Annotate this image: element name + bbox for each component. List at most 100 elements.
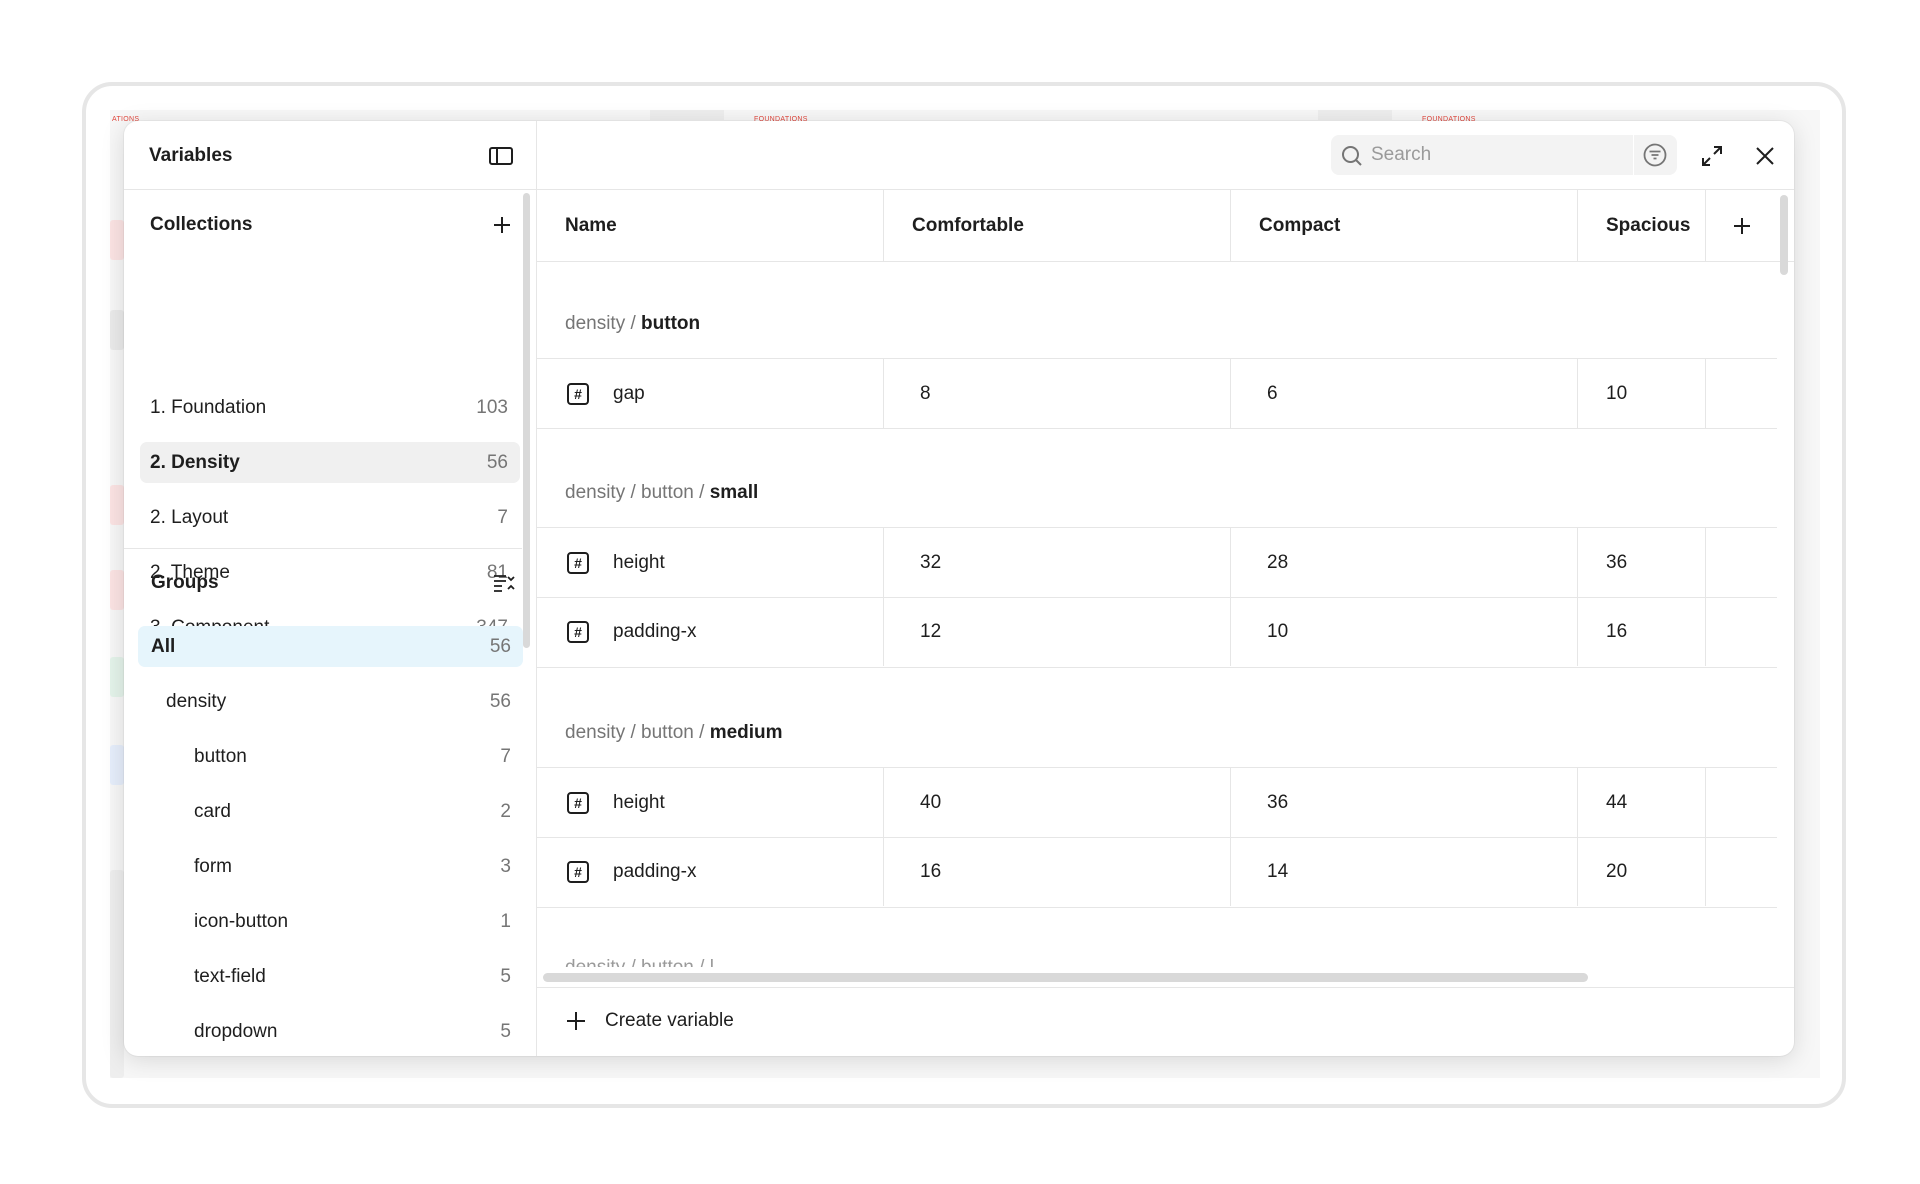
group-item-selected[interactable]: All 56 bbox=[138, 626, 523, 667]
variable-name-cell[interactable]: # padding-x bbox=[537, 597, 884, 666]
group-label: icon-button bbox=[194, 910, 289, 932]
value-cell[interactable]: 16 bbox=[1578, 597, 1706, 666]
filter-button[interactable] bbox=[1639, 140, 1671, 170]
value-cell[interactable]: 28 bbox=[1231, 528, 1578, 597]
group-path: density / bbox=[565, 313, 642, 334]
group-item[interactable]: density 56 bbox=[138, 681, 523, 722]
group-item[interactable]: form 3 bbox=[138, 846, 523, 887]
table-row[interactable]: # padding-x 12 10 16 bbox=[537, 597, 1777, 668]
group-label: card bbox=[194, 800, 231, 822]
left-scrollbar[interactable] bbox=[523, 193, 530, 648]
value-cell[interactable]: 40 bbox=[884, 768, 1231, 837]
value-cell[interactable]: 36 bbox=[1231, 768, 1578, 837]
bg-block bbox=[110, 220, 124, 260]
create-variable-button[interactable]: Create variable bbox=[565, 1010, 734, 1032]
bg-block bbox=[110, 870, 124, 1078]
group-count: 5 bbox=[500, 965, 511, 987]
table-row[interactable]: # height 40 36 44 bbox=[537, 767, 1777, 838]
variable-name: padding-x bbox=[613, 860, 697, 882]
close-icon bbox=[1756, 147, 1774, 165]
group-heading: density / button / small bbox=[565, 482, 758, 504]
value-cell[interactable]: 10 bbox=[1578, 359, 1706, 428]
value-cell[interactable]: 14 bbox=[1231, 837, 1578, 906]
table-row[interactable]: # height 32 28 36 bbox=[537, 527, 1777, 598]
value-cell[interactable]: 20 bbox=[1578, 837, 1706, 906]
group-item[interactable]: card 2 bbox=[138, 791, 523, 832]
search-box bbox=[1331, 135, 1677, 175]
expand-icon bbox=[1702, 146, 1722, 166]
variable-name: gap bbox=[613, 382, 645, 404]
column-header-mode[interactable]: Spacious bbox=[1578, 190, 1706, 261]
number-variable-icon: # bbox=[567, 792, 589, 814]
variable-name-cell[interactable]: # gap bbox=[537, 359, 884, 428]
horizontal-scrollbar[interactable] bbox=[543, 973, 1588, 982]
bg-block bbox=[110, 657, 124, 697]
collection-item[interactable]: 1. Foundation 103 bbox=[140, 387, 520, 428]
group-path: density / button / bbox=[565, 722, 710, 743]
vertical-scrollbar[interactable] bbox=[1780, 195, 1788, 275]
close-button[interactable] bbox=[1750, 141, 1780, 171]
collection-count: 7 bbox=[497, 506, 508, 528]
plus-icon bbox=[567, 1012, 585, 1030]
collection-label: 1. Foundation bbox=[150, 396, 267, 418]
group-leaf: button bbox=[641, 313, 701, 334]
table-row[interactable]: # gap 8 6 10 bbox=[537, 358, 1777, 429]
collections-title: Collections bbox=[150, 214, 253, 235]
group-item[interactable]: icon-button 1 bbox=[138, 901, 523, 942]
column-header-name[interactable]: Name bbox=[537, 190, 884, 261]
collection-item-selected[interactable]: 2. Density 56 bbox=[140, 442, 520, 483]
column-header-label: Spacious bbox=[1606, 214, 1691, 236]
group-item[interactable]: text-field 5 bbox=[138, 956, 523, 997]
number-variable-icon: # bbox=[567, 621, 589, 643]
header-divider bbox=[537, 261, 1794, 262]
variable-name-cell[interactable]: # padding-x bbox=[537, 837, 884, 906]
left-panel-header: Variables bbox=[124, 121, 537, 190]
add-mode-button[interactable] bbox=[1727, 211, 1757, 241]
panel-title: Variables bbox=[149, 145, 233, 166]
collection-count: 103 bbox=[476, 396, 508, 418]
group-count: 1 bbox=[500, 910, 511, 932]
group-item[interactable]: button 7 bbox=[138, 736, 523, 777]
group-label: text-field bbox=[194, 965, 266, 987]
section-divider bbox=[124, 548, 522, 549]
collection-label: 2. Density bbox=[150, 451, 240, 473]
group-label: All bbox=[151, 635, 176, 657]
expand-button[interactable] bbox=[1697, 141, 1727, 171]
bg-block bbox=[110, 745, 124, 785]
variable-name: height bbox=[613, 551, 665, 573]
column-header-mode[interactable]: Comfortable bbox=[884, 190, 1231, 261]
collection-label: 2. Layout bbox=[150, 506, 229, 528]
collection-item[interactable]: 2. Layout 7 bbox=[140, 497, 520, 538]
plus-icon bbox=[1734, 218, 1750, 234]
column-header-mode[interactable]: Compact bbox=[1231, 190, 1578, 261]
collapse-list-icon bbox=[494, 575, 515, 592]
value-cell[interactable]: 36 bbox=[1578, 528, 1706, 597]
value-cell[interactable]: 10 bbox=[1231, 597, 1578, 666]
number-variable-icon: # bbox=[567, 861, 589, 883]
value-cell[interactable]: 32 bbox=[884, 528, 1231, 597]
toggle-sidebar-button[interactable] bbox=[486, 141, 516, 171]
value-cell[interactable]: 16 bbox=[884, 837, 1231, 906]
value-cell[interactable]: 12 bbox=[884, 597, 1231, 666]
variable-name-cell[interactable]: # height bbox=[537, 768, 884, 837]
value-cell[interactable]: 6 bbox=[1231, 359, 1578, 428]
collapse-groups-button[interactable] bbox=[490, 569, 520, 597]
column-header-label: Comfortable bbox=[912, 214, 1024, 236]
add-collection-button[interactable] bbox=[488, 211, 516, 239]
toolbar bbox=[537, 121, 1794, 190]
group-heading: density / button / medium bbox=[565, 722, 783, 744]
variables-modal: Variables Collections 1. Foundation 103 … bbox=[124, 121, 1794, 1056]
group-item[interactable]: dropdown 5 bbox=[138, 1011, 523, 1052]
variable-name-cell[interactable]: # height bbox=[537, 528, 884, 597]
sidebar-icon bbox=[489, 147, 513, 165]
group-leaf: medium bbox=[709, 722, 783, 743]
value-cell[interactable]: 44 bbox=[1578, 768, 1706, 837]
group-count: 7 bbox=[500, 745, 511, 767]
group-heading-partial: density / button / l bbox=[565, 957, 714, 967]
search-input[interactable] bbox=[1371, 135, 1611, 175]
left-panel: Variables Collections 1. Foundation 103 … bbox=[124, 121, 537, 1056]
bg-bar bbox=[650, 110, 724, 120]
value-cell[interactable]: 8 bbox=[884, 359, 1231, 428]
table-row[interactable]: # padding-x 16 14 20 bbox=[537, 837, 1777, 908]
bg-block bbox=[110, 310, 124, 350]
